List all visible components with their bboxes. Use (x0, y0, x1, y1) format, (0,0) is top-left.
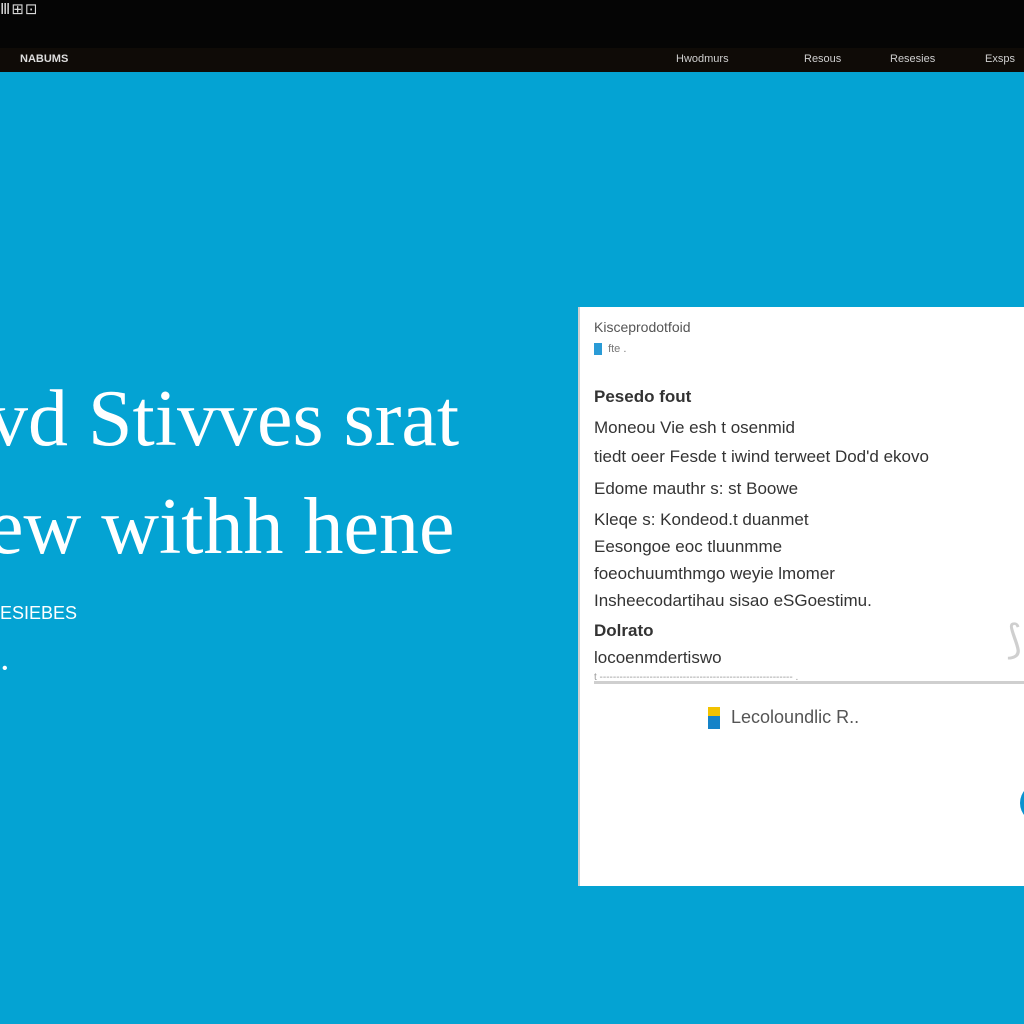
nav-item-2[interactable]: Resous (804, 53, 841, 65)
top-bar: Ⅲ⊞⊡ (0, 0, 1024, 48)
panel-meta-text: fte . (608, 343, 627, 355)
hero-dot: • (2, 660, 8, 677)
panel-header: Kisceprodotfoid (594, 319, 691, 335)
panel-link-label: Lecoloundlic R.. (731, 707, 860, 727)
panel-line-7: foeochuumthmgo weyie lmomer (594, 564, 835, 583)
panel-line-5: Kleqe s: Kondeod.t duanmet (594, 510, 809, 529)
site-logo[interactable]: NABUMS (20, 53, 68, 65)
panel-divider (594, 681, 1024, 684)
nav-item-3[interactable]: Resesies (890, 53, 935, 65)
panel-line-4: Edome mauthr s: st Boowe (594, 479, 799, 498)
panel-line-9: Dolrato (594, 621, 654, 640)
site-navbar: NABUMS Hwodmurs Resous Resesies Exsps (0, 48, 1024, 72)
panel-line-2: Moneou Vie esh t osenmid (594, 418, 795, 437)
window-title: Ⅲ⊞⊡ (0, 1, 39, 18)
meta-swatch-icon (594, 343, 602, 356)
nav-item-4[interactable]: Exsps (985, 53, 1015, 65)
corner-glyph-icon: ⟆ (1006, 618, 1022, 662)
panel-meta: fte . (594, 343, 627, 356)
hero-subtext: ESIEBES (0, 603, 78, 623)
hero-headline: vd Stivves srat ew withh hene (0, 365, 568, 581)
hero-headline-line-1: vd Stivves srat (0, 375, 460, 463)
panel-line-10: locoenmdertiswo (594, 648, 722, 667)
panel-line-8: Insheecodartihau sisao eSGoestimu. (594, 591, 872, 610)
info-panel: Kisceprodotfoid fte . Pesedo fout Moneou… (578, 307, 1024, 886)
nav-item-1[interactable]: Hwodmurs (676, 53, 729, 65)
panel-line-1: Pesedo fout (594, 387, 692, 406)
chat-button[interactable] (1020, 783, 1024, 823)
panel-line-3: tiedt oeer Fesde t iwind terweet Dod'd e… (594, 447, 929, 466)
document-icon (708, 707, 720, 730)
panel-link[interactable]: Lecoloundlic R.. (708, 707, 860, 730)
hero-headline-line-2: ew withh hene (0, 483, 455, 571)
panel-line-6: Eesongoe eoc tluunmme (594, 537, 783, 556)
